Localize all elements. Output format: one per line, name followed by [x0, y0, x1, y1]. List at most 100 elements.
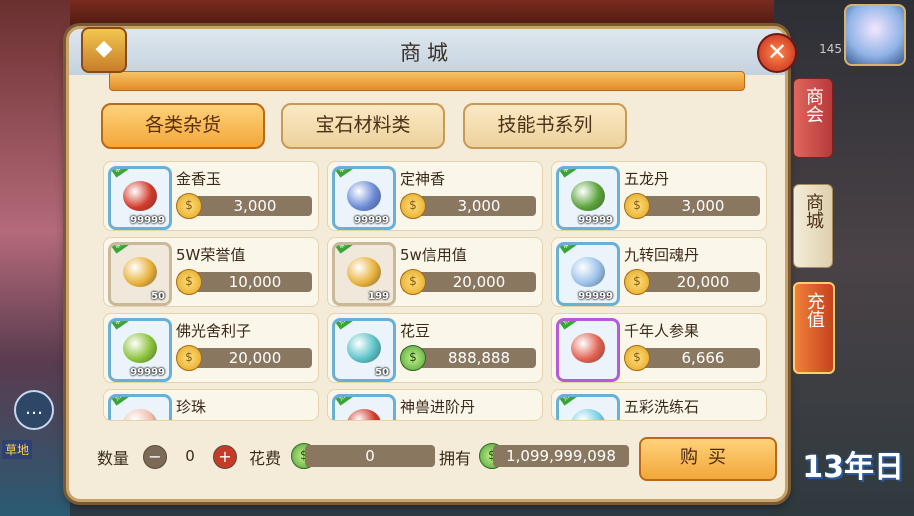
- close-icon: ✕: [766, 38, 788, 66]
- item-name: 花豆: [400, 322, 431, 340]
- item-qty: 99999: [354, 215, 389, 226]
- item-gem-icon: [123, 181, 157, 211]
- item-card[interactable]: 新品 99999 佛光舍利子 $ 20,000: [103, 313, 319, 383]
- item-icon: 新品 99999: [108, 318, 172, 382]
- item-price: 3,000: [681, 197, 725, 215]
- item-price: 6,666: [681, 349, 725, 367]
- item-qty: 99999: [578, 215, 613, 226]
- gold-coin-icon: $: [176, 345, 202, 371]
- background-left: [0, 0, 70, 516]
- item-qty: 199: [368, 291, 389, 302]
- item-tag: 新品: [559, 169, 583, 178]
- side-tab-label: 商城: [803, 193, 824, 229]
- tab-skill-books[interactable]: 技能书系列: [463, 103, 627, 149]
- qty-minus-button[interactable]: −: [143, 445, 167, 469]
- item-gem-icon: [123, 257, 157, 287]
- item-card[interactable]: 热卖 50 花豆 $ 888,888: [327, 313, 543, 383]
- item-tag: 热卖: [559, 321, 583, 330]
- item-name: 九转回魂丹: [624, 246, 700, 264]
- item-card[interactable]: 新品 99999 金香玉 $ 3,000: [103, 161, 319, 231]
- item-tag: 新品: [559, 245, 583, 254]
- item-icon: 新品 50: [108, 242, 172, 306]
- item-icon: 热卖: [108, 394, 172, 420]
- item-icon: 新品 199: [332, 242, 396, 306]
- item-price: 3,000: [457, 197, 501, 215]
- item-icon: 新品 99999: [556, 242, 620, 306]
- shop-icon: ◆: [81, 27, 127, 73]
- tab-gems[interactable]: 宝石材料类: [281, 103, 445, 149]
- item-qty: 99999: [578, 291, 613, 302]
- item-tag: 新品: [335, 245, 359, 254]
- item-qty: 99999: [130, 215, 165, 226]
- gold-coin-icon: $: [624, 269, 650, 295]
- cost-label: 花费: [249, 449, 282, 468]
- item-card[interactable]: 新品 50 5W荣誉值 $ 10,000: [103, 237, 319, 307]
- item-name: 五龙丹: [624, 170, 670, 188]
- item-icon: 新品 99999: [332, 166, 396, 230]
- item-icon: 热卖: [556, 394, 620, 420]
- item-name: 神兽进阶丹: [400, 398, 476, 416]
- item-name: 珍珠: [176, 398, 207, 416]
- item-qty: 99999: [130, 367, 165, 378]
- item-card[interactable]: 热卖 五彩洗练石 $: [551, 389, 767, 421]
- item-name: 佛光舍利子: [176, 322, 252, 340]
- item-card[interactable]: 热卖 神兽进阶丹 $: [327, 389, 543, 421]
- item-tag: 新品: [111, 321, 135, 330]
- item-icon: 热卖 50: [332, 318, 396, 382]
- item-tag: 新品: [335, 169, 359, 178]
- item-card[interactable]: 新品 99999 定神香 $ 3,000: [327, 161, 543, 231]
- item-gem-icon: [347, 257, 381, 287]
- item-tag: 热卖: [335, 321, 359, 330]
- item-qty: 50: [375, 367, 389, 378]
- item-gem-icon: [571, 181, 605, 211]
- item-gem-icon: [123, 333, 157, 363]
- title-bar: 商城: [69, 29, 785, 75]
- gold-coin-icon: $: [400, 269, 426, 295]
- item-tag: 热卖: [335, 397, 359, 406]
- tab-guild-shop[interactable]: 商会: [793, 78, 833, 158]
- cost-value: 0: [305, 445, 435, 467]
- item-name: 金香玉: [176, 170, 222, 188]
- item-name: 五彩洗练石: [624, 398, 700, 416]
- tab-recharge[interactable]: 充值: [793, 282, 835, 374]
- item-card[interactable]: 新品 99999 五龙丹 $ 3,000: [551, 161, 767, 231]
- buy-button[interactable]: 购买: [639, 437, 777, 481]
- item-price: 20,000: [676, 273, 730, 291]
- item-icon: 新品 99999: [108, 166, 172, 230]
- purchase-bar: 数量 − 0 + 花费 $ 0 拥有 $ 1,099,999,098 购买: [69, 433, 785, 493]
- item-name: 千年人参果: [624, 322, 700, 340]
- qty-value[interactable]: 0: [167, 445, 213, 467]
- item-gem-icon: [123, 409, 157, 420]
- item-gem-icon: [571, 257, 605, 287]
- item-card[interactable]: 热卖 珍珠 $: [103, 389, 319, 421]
- tab-misc[interactable]: 各类杂货: [101, 103, 265, 149]
- shop-panel: 商城 ◆ ✕ 各类杂货 宝石材料类 技能书系列 新品 99999 金香玉 $ 3…: [66, 26, 797, 502]
- player-avatar[interactable]: [844, 4, 906, 66]
- item-card[interactable]: 新品 199 5w信用值 $ 20,000: [327, 237, 543, 307]
- item-gem-icon: [347, 409, 381, 420]
- item-price: 3,000: [233, 197, 277, 215]
- side-label: 草地: [2, 440, 33, 459]
- gold-coin-icon: $: [624, 193, 650, 219]
- qty-plus-button[interactable]: +: [213, 445, 237, 469]
- item-qty: 50: [151, 291, 165, 302]
- qty-label: 数量: [97, 449, 130, 468]
- title-ribbon: [109, 71, 745, 91]
- item-price: 888,888: [447, 349, 511, 367]
- item-tag: 新品: [111, 245, 135, 254]
- item-icon: 新品 99999: [556, 166, 620, 230]
- own-value: 1,099,999,098: [493, 445, 629, 467]
- chat-icon[interactable]: …: [14, 390, 54, 430]
- item-tag: 热卖: [559, 397, 583, 406]
- jade-coin-icon: $: [400, 345, 426, 371]
- item-tag: 热卖: [111, 397, 135, 406]
- item-price: 10,000: [228, 273, 282, 291]
- tab-mall[interactable]: 商城: [793, 184, 833, 268]
- item-name: 5w信用值: [400, 246, 467, 264]
- close-button[interactable]: ✕: [757, 33, 797, 73]
- side-tab-label: 充值: [804, 292, 825, 328]
- gold-coin-icon: $: [176, 269, 202, 295]
- item-card[interactable]: 热卖 千年人参果 $ 6,666: [551, 313, 767, 383]
- item-icon: 热卖: [556, 318, 620, 382]
- item-card[interactable]: 新品 99999 九转回魂丹 $ 20,000: [551, 237, 767, 307]
